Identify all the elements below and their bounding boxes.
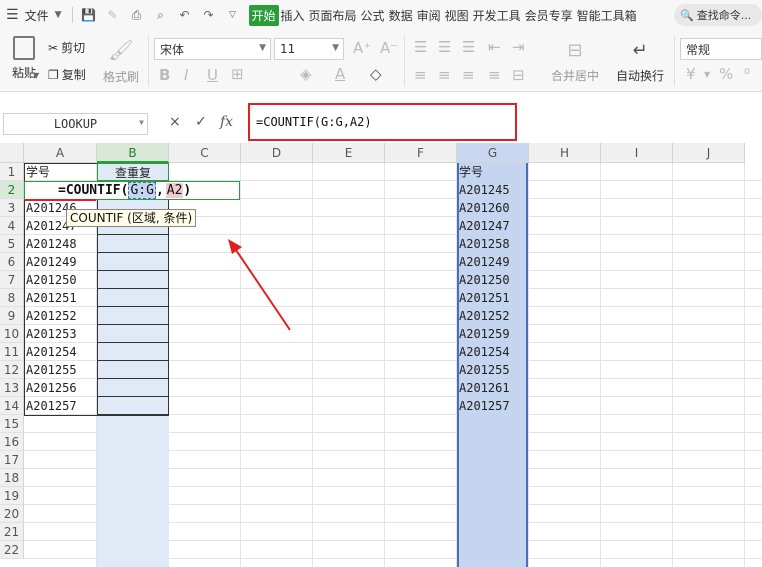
align-left-icon[interactable]: ≡ <box>414 66 427 84</box>
chevron-down-icon: ▼ <box>332 43 339 53</box>
currency-icon[interactable]: ¥ <box>686 65 696 83</box>
ribbon-divider <box>674 36 675 86</box>
font-size-value: 11 <box>280 42 296 56</box>
tab-smart-toolbox[interactable]: 智能工具箱 <box>575 7 639 24</box>
tab-formulas[interactable]: 公式 <box>359 7 387 24</box>
scissors-icon: ✂ <box>48 40 59 55</box>
search-icon: 🔍 <box>680 8 694 22</box>
chevron-down-icon[interactable]: ▼ <box>55 10 62 20</box>
align-bottom-icon[interactable]: ☰ <box>462 38 475 56</box>
font-size-select[interactable]: 11 ▼ <box>274 38 344 60</box>
border-icon[interactable]: ⊞ <box>231 65 244 83</box>
copy-button[interactable]: ❐ 复制 <box>48 66 86 83</box>
save-icon[interactable]: 💾 <box>80 6 98 24</box>
fx-icon[interactable]: fx <box>220 114 233 130</box>
formula-input[interactable]: =COUNTIF(G:G,A2) <box>248 103 517 141</box>
format-painter-label: 格式刷 <box>102 70 139 84</box>
quick-access-dropdown-icon[interactable]: ▽ <box>224 6 242 24</box>
command-search[interactable]: 🔍 查找命令... <box>674 4 762 26</box>
name-box[interactable]: LOOKUP ▼ <box>3 113 148 135</box>
redo-icon[interactable]: ↷ <box>200 6 218 24</box>
distribute-icon[interactable]: ⊟ <box>512 66 525 84</box>
undo-icon[interactable]: ↶ <box>176 6 194 24</box>
print-preview-icon[interactable]: ⌕ <box>152 6 170 24</box>
wrap-text-label: 自动换行 <box>615 69 664 83</box>
align-top-icon[interactable]: ☰ <box>414 38 427 56</box>
align-right-icon[interactable]: ≡ <box>462 66 475 84</box>
format-painter-small-icon[interactable]: ✎ <box>104 6 122 24</box>
thousands-icon[interactable]: ⁰ <box>744 65 750 83</box>
cut-label: 剪切 <box>61 41 86 55</box>
wrap-text-icon: ↵ <box>632 40 648 61</box>
font-name-select[interactable]: 宋体 ▼ <box>154 38 271 60</box>
spreadsheet-grid[interactable]: A B C D E F G H I J 1 2 3 4 5 6 7 8 9 10 11 12 13 14 15 16 17 18 19 2… <box>0 143 762 567</box>
paste-dropdown-icon[interactable]: ▼ <box>33 71 39 80</box>
fill-color-icon[interactable]: ◈ <box>300 65 312 83</box>
justify-icon[interactable]: ≡ <box>488 66 501 84</box>
merge-center-label: 合并居中 <box>550 69 599 83</box>
percent-icon[interactable]: % <box>719 65 733 83</box>
hamburger-menu-icon[interactable]: ☰ <box>6 7 19 23</box>
file-menu[interactable]: 文件 <box>23 7 51 24</box>
underline-icon[interactable]: U <box>207 66 218 84</box>
indent-increase-icon[interactable]: ⇥ <box>512 38 525 56</box>
command-search-placeholder: 查找命令... <box>696 9 752 22</box>
chevron-down-icon: ▼ <box>139 118 144 127</box>
tab-developer[interactable]: 开发工具 <box>471 7 523 24</box>
bold-icon[interactable]: B <box>159 66 170 84</box>
chevron-down-icon: ▼ <box>259 43 266 53</box>
tab-insert[interactable]: 插入 <box>279 7 307 24</box>
font-color-icon[interactable]: A <box>335 65 345 83</box>
tab-member[interactable]: 会员专享 <box>523 7 575 24</box>
formula-bar: LOOKUP ▼ × ✓ fx =COUNTIF(G:G,A2) <box>0 103 762 143</box>
format-painter-button[interactable]: 🖌 格式刷 <box>100 38 142 85</box>
number-format-select[interactable]: 常规 <box>680 38 762 60</box>
print-icon[interactable]: ⎙ <box>128 6 146 24</box>
name-box-value: LOOKUP <box>53 117 98 131</box>
align-middle-icon[interactable]: ☰ <box>438 38 451 56</box>
indent-decrease-icon[interactable]: ⇤ <box>488 38 501 56</box>
menu-bar: ☰ 文件 ▼ 💾 ✎ ⎙ ⌕ ↶ ↷ ▽ 开始 插入 页面布局 公式 数据 审阅… <box>0 0 762 30</box>
copy-icon: ❐ <box>48 67 59 82</box>
ribbon-divider <box>148 36 149 86</box>
formula-text: =COUNTIF(G:G,A2) <box>256 115 372 129</box>
italic-icon[interactable]: I <box>184 66 188 84</box>
align-center-icon[interactable]: ≡ <box>438 66 451 84</box>
ribbon: 粘贴 ▼ ✂ 剪切 ❐ 复制 🖌 格式刷 宋体 ▼ 11 ▼ A⁺ A⁻ B I… <box>0 30 762 92</box>
confirm-icon[interactable]: ✓ <box>195 114 207 130</box>
tab-page-layout[interactable]: 页面布局 <box>307 7 359 24</box>
font-name-value: 宋体 <box>160 42 185 57</box>
eraser-icon[interactable]: ◇ <box>370 65 382 83</box>
tab-home[interactable]: 开始 <box>248 4 279 26</box>
clipboard-icon <box>13 36 35 60</box>
tab-data[interactable]: 数据 <box>387 7 415 24</box>
ribbon-divider <box>404 36 405 86</box>
cut-button[interactable]: ✂ 剪切 <box>48 39 85 56</box>
brush-icon: 🖌 <box>108 38 134 62</box>
tab-view[interactable]: 视图 <box>443 7 471 24</box>
copy-label: 复制 <box>61 68 86 82</box>
decrease-font-icon[interactable]: A⁻ <box>380 39 398 57</box>
merge-center-button[interactable]: ⊟ 合并居中 <box>545 40 605 84</box>
wrap-text-button[interactable]: ↵ 自动换行 <box>612 40 668 84</box>
merge-icon: ⊟ <box>567 40 583 61</box>
currency-dropdown-icon[interactable]: ▼ <box>704 70 710 79</box>
cancel-icon[interactable]: × <box>169 114 181 130</box>
tab-review[interactable]: 审阅 <box>415 7 443 24</box>
increase-font-icon[interactable]: A⁺ <box>353 39 371 57</box>
annotation-arrow <box>228 239 291 331</box>
number-format-value: 常规 <box>686 42 711 57</box>
